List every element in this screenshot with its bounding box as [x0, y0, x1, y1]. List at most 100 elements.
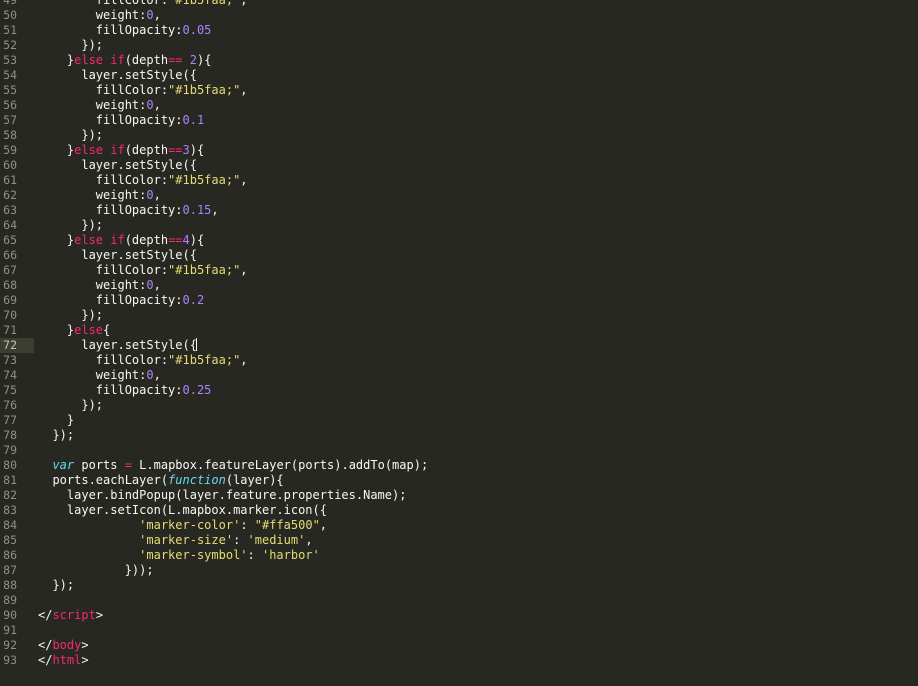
code-line[interactable]: 64 });	[0, 218, 918, 233]
code-token: ,	[153, 188, 161, 202]
code-text: weight:0,	[38, 188, 161, 203]
code-token: body	[52, 638, 82, 652]
line-number: 65	[3, 233, 17, 247]
code-line[interactable]: 56 weight:0,	[0, 98, 918, 113]
code-line[interactable]: 91	[0, 623, 918, 638]
code-token: 0.2	[182, 293, 205, 307]
code-line[interactable]: 76 });	[0, 398, 918, 413]
code-line[interactable]: 71 }else{	[0, 323, 918, 338]
code-token: layer.setStyle({	[38, 248, 197, 262]
code-line[interactable]: 73 fillColor:"#1b5faa;",	[0, 353, 918, 368]
code-line[interactable]: 52 });	[0, 38, 918, 53]
code-line[interactable]: 75 fillOpacity:0.25	[0, 383, 918, 398]
code-token: weight:	[38, 188, 147, 202]
code-line[interactable]: 62 weight:0,	[0, 188, 918, 203]
code-line[interactable]: 78 });	[0, 428, 918, 443]
code-line[interactable]: 65 }else if(depth==4){	[0, 233, 918, 248]
code-line[interactable]: 70 });	[0, 308, 918, 323]
code-text: weight:0,	[38, 8, 161, 23]
code-token: var	[52, 458, 75, 472]
code-text: }else if(depth==3){	[38, 143, 204, 158]
code-line[interactable]: 77 }	[0, 413, 918, 428]
line-number: 71	[3, 323, 17, 337]
code-token: ,	[240, 0, 248, 7]
code-line[interactable]: 72 layer.setStyle({	[0, 338, 918, 353]
code-token: 'marker-symbol'	[139, 548, 248, 562]
code-token: fillColor:	[38, 353, 169, 367]
code-token: ,	[153, 98, 161, 112]
code-token: weight:	[38, 98, 147, 112]
line-number: 56	[3, 98, 17, 112]
code-token: fillOpacity:	[38, 383, 183, 397]
code-text: layer.setStyle({	[38, 338, 197, 353]
code-token: layer.setStyle({	[38, 338, 197, 352]
code-token: ==	[168, 53, 183, 67]
code-line[interactable]: 69 fillOpacity:0.2	[0, 293, 918, 308]
code-token: }	[38, 143, 75, 157]
line-number: 66	[3, 248, 17, 262]
code-token: 0.05	[182, 23, 212, 37]
code-token: </	[38, 638, 53, 652]
code-token: }	[38, 413, 75, 427]
line-number: 70	[3, 308, 17, 322]
code-token: else if	[74, 233, 125, 247]
code-text: fillColor:"#1b5faa;",	[38, 263, 248, 278]
code-line[interactable]: 86 'marker-symbol': 'harbor'	[0, 548, 918, 563]
code-line[interactable]: 84 'marker-color': "#ffa500",	[0, 518, 918, 533]
code-token: 3	[182, 143, 190, 157]
code-line[interactable]: 81 ports.eachLayer(function(layer){	[0, 473, 918, 488]
code-token: weight:	[38, 8, 147, 22]
code-text: fillColor:"#1b5faa;",	[38, 0, 248, 8]
code-token: ,	[305, 533, 313, 547]
line-number: 92	[3, 638, 17, 652]
code-line[interactable]: 67 fillColor:"#1b5faa;",	[0, 263, 918, 278]
code-text: 'marker-size': 'medium',	[38, 533, 313, 548]
code-token: ,	[240, 353, 248, 367]
line-number: 73	[3, 353, 17, 367]
code-token: html	[52, 653, 82, 667]
code-line[interactable]: 93 </html>	[0, 653, 918, 668]
code-line[interactable]: 66 layer.setStyle({	[0, 248, 918, 263]
code-line[interactable]: 90 </script>	[0, 608, 918, 623]
code-area[interactable]: 49 fillColor:"#1b5faa;", 50 weight:0, 51 f…	[0, 0, 918, 668]
code-line[interactable]: 82 layer.bindPopup(layer.feature.propert…	[0, 488, 918, 503]
code-line[interactable]: 89	[0, 593, 918, 608]
code-line[interactable]: 80 var ports = L.mapbox.featureLayer(por…	[0, 458, 918, 473]
code-token: (depth	[124, 233, 169, 247]
code-editor[interactable]: 49 fillColor:"#1b5faa;", 50 weight:0, 51 f…	[0, 0, 918, 686]
line-number: 72	[3, 338, 17, 352]
code-line[interactable]: 63 fillOpacity:0.15,	[0, 203, 918, 218]
code-line[interactable]: 85 'marker-size': 'medium',	[0, 533, 918, 548]
code-line[interactable]: 55 fillColor:"#1b5faa;",	[0, 83, 918, 98]
code-line[interactable]: 79	[0, 443, 918, 458]
code-line[interactable]: 83 layer.setIcon(L.mapbox.marker.icon({	[0, 503, 918, 518]
code-line[interactable]: 61 fillColor:"#1b5faa;",	[0, 173, 918, 188]
code-line[interactable]: 58 });	[0, 128, 918, 143]
code-line[interactable]: 51 fillOpacity:0.05	[0, 23, 918, 38]
code-token: fillOpacity:	[38, 113, 183, 127]
code-line[interactable]: 68 weight:0,	[0, 278, 918, 293]
code-line[interactable]: 57 fillOpacity:0.1	[0, 113, 918, 128]
code-token: </	[38, 608, 53, 622]
code-line[interactable]: 60 layer.setStyle({	[0, 158, 918, 173]
code-token: {	[103, 323, 111, 337]
code-line[interactable]: 54 layer.setStyle({	[0, 68, 918, 83]
code-token: (layer){	[225, 473, 284, 487]
code-line[interactable]: 74 weight:0,	[0, 368, 918, 383]
code-line[interactable]: 59 }else if(depth==3){	[0, 143, 918, 158]
code-line[interactable]: 92 </body>	[0, 638, 918, 653]
code-line[interactable]: 50 weight:0,	[0, 8, 918, 23]
code-text: }));	[38, 563, 154, 578]
code-text: weight:0,	[38, 278, 161, 293]
code-text: layer.setStyle({	[38, 68, 197, 83]
code-line[interactable]: 49 fillColor:"#1b5faa;",	[0, 0, 918, 8]
code-token: script	[52, 608, 96, 622]
code-text: }	[38, 413, 74, 428]
code-line[interactable]: 53 }else if(depth== 2){	[0, 53, 918, 68]
code-line[interactable]: 88 });	[0, 578, 918, 593]
code-token: layer.setIcon(L.mapbox.marker.icon({	[38, 503, 327, 517]
code-text: weight:0,	[38, 368, 161, 383]
code-token: ,	[240, 83, 248, 97]
code-line[interactable]: 87 }));	[0, 563, 918, 578]
